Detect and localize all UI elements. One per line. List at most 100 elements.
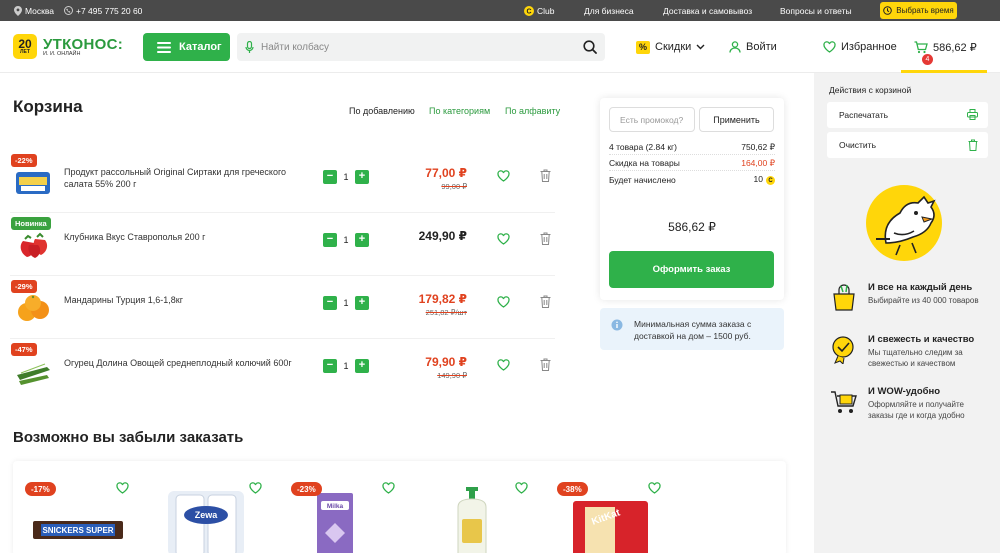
checkout-button[interactable]: Оформить заказ bbox=[609, 251, 774, 288]
feature-description: Мы тщательно следим за свежестью и качес… bbox=[868, 348, 963, 368]
product-name[interactable]: Продукт рассольный Original Сиртаки для … bbox=[64, 166, 314, 190]
favorite-heart-icon[interactable] bbox=[648, 482, 661, 494]
increase-button[interactable]: + bbox=[354, 358, 369, 373]
old-price: 99,00 ₽ bbox=[441, 182, 467, 191]
feature-title: И свежесть и качество bbox=[868, 334, 975, 345]
feature-title: И WOW-удобно bbox=[868, 386, 941, 397]
milka-logo-text: Milka bbox=[327, 503, 344, 510]
recommendations-carousel: -17% SNICKERS SUPER Zewa -23% Milka -38%… bbox=[13, 461, 786, 553]
printer-icon bbox=[967, 109, 978, 120]
faq-link[interactable]: Вопросы и ответы bbox=[780, 0, 852, 21]
favorite-heart-icon[interactable] bbox=[249, 482, 262, 494]
club-label: Club bbox=[537, 5, 555, 16]
price: 79,90 ₽ bbox=[425, 355, 467, 369]
discounts-menu[interactable]: % Скидки bbox=[636, 33, 705, 61]
cart-icon bbox=[914, 40, 928, 53]
trash-icon[interactable] bbox=[540, 358, 551, 371]
favorite-heart-icon[interactable] bbox=[497, 296, 510, 308]
favorite-heart-icon[interactable] bbox=[497, 233, 510, 245]
decrease-button[interactable]: − bbox=[323, 358, 337, 373]
business-label: Для бизнеса bbox=[584, 5, 634, 16]
clear-label: Очистить bbox=[839, 140, 877, 150]
order-summary: Применить 4 товара (2.84 кг) 750,62 ₽ Ск… bbox=[600, 98, 784, 300]
clear-cart-button[interactable]: Очистить bbox=[827, 132, 988, 158]
favorite-heart-icon[interactable] bbox=[382, 482, 395, 494]
percent-icon: % bbox=[636, 40, 650, 54]
login-link[interactable]: Войти bbox=[729, 33, 777, 61]
discount-badge: -23% bbox=[291, 482, 322, 496]
trash-icon[interactable] bbox=[540, 295, 551, 308]
phone-icon bbox=[64, 6, 73, 15]
print-button[interactable]: Распечатать bbox=[827, 102, 988, 128]
quantity-value: 1 bbox=[343, 360, 349, 371]
city-selector[interactable]: Москва bbox=[14, 0, 54, 21]
favorites-link[interactable]: Избранное bbox=[823, 33, 897, 61]
bonus-value: 10 bbox=[753, 173, 763, 184]
delivery-link[interactable]: Доставка и самовывоз bbox=[663, 0, 752, 21]
cart-item: -29% Мандарины Турция 1,6-1,8кг − 1 + 17… bbox=[10, 276, 555, 339]
old-price: 251,82 ₽/шт bbox=[425, 308, 467, 317]
business-link[interactable]: Для бизнеса bbox=[584, 0, 634, 21]
product-image-zewa: Zewa bbox=[168, 491, 244, 553]
product-name[interactable]: Мандарины Турция 1,6-1,8кг bbox=[64, 294, 314, 306]
promo-code-input[interactable] bbox=[609, 107, 695, 132]
search-input[interactable] bbox=[261, 41, 561, 53]
product-name[interactable]: Клубника Вкус Ставрополья 200 г bbox=[64, 231, 314, 243]
reco-card[interactable] bbox=[412, 461, 542, 553]
sort-by-added[interactable]: По добавлению bbox=[349, 106, 415, 116]
reco-card[interactable]: -23% Milka bbox=[279, 461, 409, 553]
favorite-heart-icon[interactable] bbox=[497, 359, 510, 371]
heart-icon bbox=[823, 41, 836, 53]
chevron-down-icon bbox=[696, 44, 705, 50]
reco-card[interactable]: -17% SNICKERS SUPER bbox=[13, 461, 143, 553]
location-pin-icon bbox=[14, 5, 22, 16]
phone-link[interactable]: +7 495 775 20 60 bbox=[64, 0, 142, 21]
cart-item: -47% Огурец Долина Овощей среднеплодный … bbox=[10, 339, 555, 402]
discount-summary-line: Скидка на товары 164,00 ₽ bbox=[609, 156, 775, 171]
increase-button[interactable]: + bbox=[354, 295, 369, 310]
discount-badge: -22% bbox=[11, 154, 37, 167]
decrease-button[interactable]: − bbox=[323, 295, 337, 310]
decrease-button[interactable]: − bbox=[323, 232, 337, 247]
trash-icon[interactable] bbox=[540, 232, 551, 245]
duck-mascot-illustration bbox=[866, 185, 942, 261]
feature-description: Выбирайте из 40 000 товаров bbox=[868, 296, 979, 305]
sort-by-alphabet[interactable]: По алфавиту bbox=[505, 106, 560, 116]
decrease-button[interactable]: − bbox=[323, 169, 337, 184]
choose-time-label: Выбрать время bbox=[896, 6, 954, 15]
apply-promo-button[interactable]: Применить bbox=[699, 107, 774, 132]
sort-by-category[interactable]: По категориям bbox=[429, 106, 490, 116]
discount-badge: -47% bbox=[11, 343, 37, 356]
microphone-icon[interactable] bbox=[245, 40, 254, 54]
items-summary-line: 4 товара (2.84 кг) 750,62 ₽ bbox=[609, 140, 775, 155]
quantity-stepper: − 1 + bbox=[323, 232, 369, 247]
logo-subtitle: И. И. ОНЛАЙН bbox=[43, 51, 81, 57]
product-image-liquid-soap bbox=[457, 487, 487, 553]
favorite-heart-icon[interactable] bbox=[116, 482, 129, 494]
reco-card[interactable]: Zewa bbox=[146, 461, 276, 553]
logo-badge[interactable]: 20 ЛЕТ bbox=[13, 34, 37, 59]
reco-card[interactable]: -38% KitKat bbox=[545, 461, 675, 553]
top-bar: Москва +7 495 775 20 60 C Club Для бизне… bbox=[0, 0, 1000, 21]
product-name[interactable]: Огурец Долина Овощей среднеплодный колюч… bbox=[64, 357, 314, 369]
quantity-stepper: − 1 + bbox=[323, 295, 369, 310]
cart-item: Новинка Клубника Вкус Ставрополья 200 г … bbox=[10, 213, 555, 276]
club-link[interactable]: C Club bbox=[524, 0, 554, 21]
old-price: 149,90 ₽ bbox=[437, 371, 467, 380]
quantity-value: 1 bbox=[343, 297, 349, 308]
favorite-heart-icon[interactable] bbox=[515, 482, 528, 494]
product-image-snickers: SNICKERS SUPER bbox=[33, 521, 123, 539]
choose-time-button[interactable]: Выбрать время bbox=[880, 2, 957, 19]
zewa-logo-text: Zewa bbox=[195, 510, 219, 520]
clock-icon bbox=[883, 6, 893, 15]
club-coin-icon: C bbox=[766, 176, 775, 186]
increase-button[interactable]: + bbox=[354, 169, 369, 184]
favorite-heart-icon[interactable] bbox=[497, 170, 510, 182]
faq-label: Вопросы и ответы bbox=[780, 5, 852, 16]
delivery-cart-icon bbox=[831, 391, 857, 413]
bonus-label: Будет начислено bbox=[609, 174, 676, 185]
trash-icon[interactable] bbox=[540, 169, 551, 182]
search-icon[interactable] bbox=[583, 40, 597, 54]
catalog-button[interactable]: Каталог bbox=[143, 33, 230, 61]
increase-button[interactable]: + bbox=[354, 232, 369, 247]
